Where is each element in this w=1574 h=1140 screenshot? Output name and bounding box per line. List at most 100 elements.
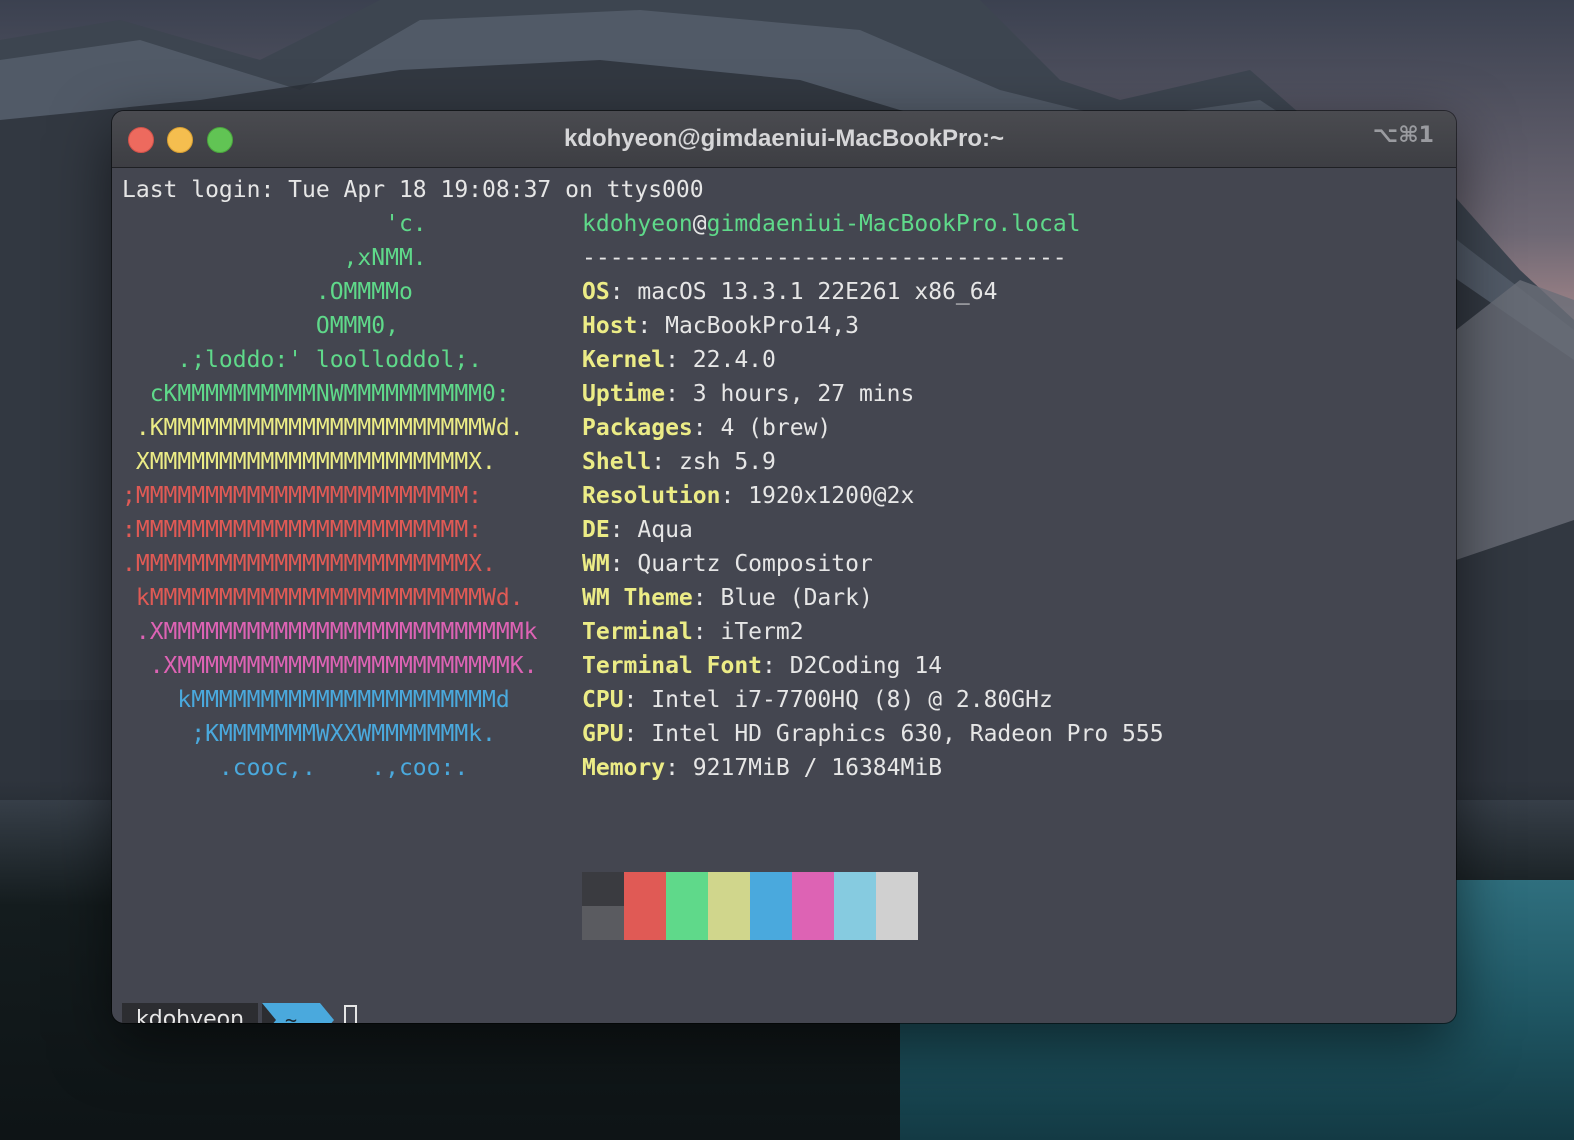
ascii-art-line: 'c. [122, 211, 427, 237]
info-colon: : [692, 585, 721, 611]
info-key: Shell [582, 449, 652, 475]
info-colon: : [692, 415, 721, 441]
ascii-art-line: kMMMMMMMMMMMMMMMMMMMMMMd [122, 687, 510, 713]
prompt-user-segment: kdohyeon [122, 1003, 259, 1023]
window-titlebar[interactable]: kdohyeon@gimdaeniui-MacBookPro:~ ⌥⌘1 [112, 111, 1456, 168]
window-title: kdohyeon@gimdaeniui-MacBookPro:~ [563, 125, 1005, 152]
info-key: WM [582, 551, 610, 577]
info-key: Host [582, 313, 638, 339]
window-shortcut-label: ⌥⌘1 [1372, 123, 1434, 148]
palette-swatch [750, 906, 792, 940]
palette-swatch [582, 872, 624, 906]
info-value: Intel HD Graphics 630, Radeon Pro 555 [651, 721, 1164, 747]
ascii-art-line: .;loddo:' loolloddol;. [122, 347, 483, 373]
palette-swatch [792, 872, 834, 906]
info-colon: : [609, 517, 638, 543]
info-row: WM: Quartz Compositor [582, 547, 1164, 581]
info-row: Uptime: 3 hours, 27 mins [582, 377, 1164, 411]
palette-swatch [834, 906, 876, 940]
palette-swatch [582, 906, 624, 940]
info-key: Resolution [582, 483, 721, 509]
ascii-art-line: ;KMMMMMMMWXXWMMMMMMMk. [122, 721, 496, 747]
info-row: DE: Aqua [582, 513, 1164, 547]
info-value: 9217MiB / 16384MiB [692, 755, 943, 781]
info-key: Terminal Font [582, 653, 763, 679]
info-colon: : [623, 687, 652, 713]
ascii-art-line: .KMMMMMMMMMMMMMMMMMMMMMMMWd. [122, 415, 524, 441]
info-key: DE [582, 517, 610, 543]
terminal-content[interactable]: Last login: Tue Apr 18 19:08:37 on ttys0… [112, 167, 1456, 1023]
prompt-dir-segment: ~ [262, 1003, 334, 1023]
info-row: Packages: 4 (brew) [582, 411, 1164, 445]
palette-swatch [708, 906, 750, 940]
info-key: Packages [582, 415, 693, 441]
info-colon: : [609, 279, 638, 305]
info-row: Memory: 9217MiB / 16384MiB [582, 751, 1164, 785]
ascii-art-line: .XMMMMMMMMMMMMMMMMMMMMMMMMMMk [122, 619, 538, 645]
info-value: iTerm2 [720, 619, 804, 645]
ascii-art-line: XMMMMMMMMMMMMMMMMMMMMMMMX. [122, 449, 496, 475]
palette-swatch [876, 872, 918, 906]
info-row: Terminal: iTerm2 [582, 615, 1164, 649]
info-row: Host: MacBookPro14,3 [582, 309, 1164, 343]
last-login-line: Last login: Tue Apr 18 19:08:37 on ttys0… [122, 177, 704, 203]
ascii-art-line: cKMMMMMMMMMMNWMMMMMMMMMM0: [122, 381, 510, 407]
color-palette [582, 872, 918, 940]
ascii-art-line: .XMMMMMMMMMMMMMMMMMMMMMMMMK. [122, 653, 538, 679]
ascii-art-line: ;MMMMMMMMMMMMMMMMMMMMMMMM: [122, 483, 483, 509]
info-value: macOS 13.3.1 22E261 x86_64 [637, 279, 998, 305]
info-key: Memory [582, 755, 666, 781]
info-colon: : [665, 755, 693, 781]
info-row: WM Theme: Blue (Dark) [582, 581, 1164, 615]
palette-swatch [876, 906, 918, 940]
info-key: Uptime [582, 381, 666, 407]
ascii-art-line: OMMM0, [122, 313, 399, 339]
ascii-art-line: ,xNMM. [122, 245, 427, 271]
info-colon: : [623, 721, 652, 747]
info-key: CPU [582, 687, 624, 713]
info-row: Terminal Font: D2Coding 14 [582, 649, 1164, 683]
info-value: 3 hours, 27 mins [692, 381, 915, 407]
info-colon: : [609, 551, 638, 577]
info-key: Kernel [582, 347, 666, 373]
text-cursor[interactable] [344, 1005, 357, 1023]
palette-swatch [750, 872, 792, 906]
info-value: D2Coding 14 [789, 653, 943, 679]
info-value: Blue (Dark) [720, 585, 873, 611]
info-value: Quartz Compositor [637, 551, 873, 577]
info-row: Resolution: 1920x1200@2x [582, 479, 1164, 513]
info-row: CPU: Intel i7-7700HQ (8) @ 2.80GHz [582, 683, 1164, 717]
ascii-art-line: .OMMMMo [122, 279, 413, 305]
info-value: Aqua [637, 517, 693, 543]
info-row: Shell: zsh 5.9 [582, 445, 1164, 479]
ascii-art-line: :MMMMMMMMMMMMMMMMMMMMMMMM: [122, 517, 483, 543]
info-key: GPU [582, 721, 624, 747]
info-colon: : [720, 483, 749, 509]
ascii-art-line: .cooc,. .,coo:. [122, 755, 469, 781]
neofetch-info: kdohyeon@gimdaeniui-MacBookPro.local ---… [582, 207, 1164, 785]
palette-swatch [708, 872, 750, 906]
info-value: Intel i7-7700HQ (8) @ 2.80GHz [651, 687, 1053, 713]
palette-swatch [666, 872, 708, 906]
info-colon: : [762, 653, 790, 679]
palette-swatch [666, 906, 708, 940]
info-row: OS: macOS 13.3.1 22E261 x86_64 [582, 275, 1164, 309]
info-value: 4 (brew) [720, 415, 832, 441]
terminal-window[interactable]: kdohyeon@gimdaeniui-MacBookPro:~ ⌥⌘1 Las… [112, 111, 1456, 1023]
info-value: zsh 5.9 [678, 449, 776, 475]
ascii-art-line: kMMMMMMMMMMMMMMMMMMMMMMMMWd. [122, 585, 524, 611]
info-key: Terminal [582, 619, 693, 645]
palette-swatch [792, 906, 834, 940]
info-colon: : [692, 619, 721, 645]
info-value: 1920x1200@2x [748, 483, 915, 509]
info-row: GPU: Intel HD Graphics 630, Radeon Pro 5… [582, 717, 1164, 751]
info-colon: : [665, 347, 693, 373]
info-key: OS [582, 279, 610, 305]
palette-swatch [624, 872, 666, 906]
host-user: kdohyeon [582, 211, 693, 237]
info-row: Kernel: 22.4.0 [582, 343, 1164, 377]
info-colon: : [651, 449, 679, 475]
info-colon: : [637, 313, 666, 339]
info-value: 22.4.0 [692, 347, 776, 373]
host-name: gimdaeniui-MacBookPro.local [706, 211, 1081, 237]
